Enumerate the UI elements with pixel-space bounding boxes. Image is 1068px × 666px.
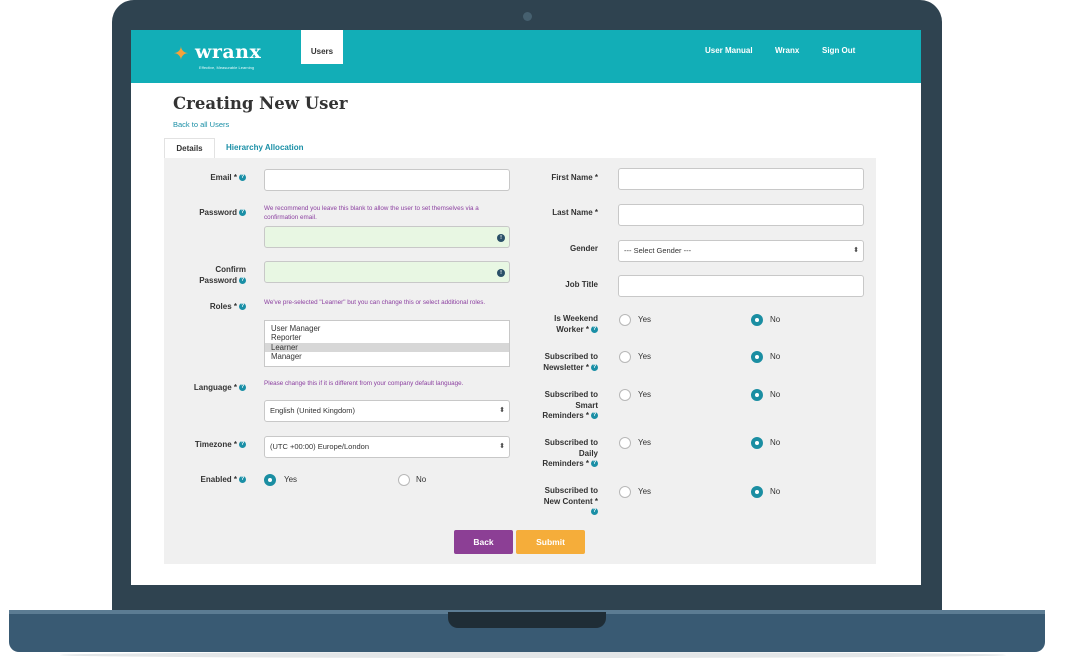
nav-link-user-manual[interactable]: User Manual: [705, 46, 753, 55]
page-title: Creating New User: [173, 94, 348, 113]
top-bar: ✦ wranx Effective, Measurable Learning U…: [131, 30, 921, 83]
new-content-yes-label: Yes: [638, 487, 652, 496]
help-icon[interactable]: ?: [591, 363, 598, 371]
smart-reminders-label: Subscribed to Smart Reminders *?: [542, 390, 598, 420]
select-arrow-icon: ⬍: [499, 407, 505, 414]
role-option-learner[interactable]: Learner: [265, 342, 509, 352]
smart-reminders-yes-radio[interactable]: [619, 389, 631, 401]
password-hint: We recommend you leave this blank to all…: [264, 205, 479, 221]
gender-label: Gender: [569, 244, 598, 253]
enabled-no-radio[interactable]: [398, 474, 410, 486]
timezone-label: Timezone *?: [194, 440, 246, 449]
tab-bar: Details Hierarchy Allocation: [164, 138, 876, 158]
language-select[interactable]: English (United Kingdom) ⬍: [264, 400, 510, 422]
password-field[interactable]: !: [264, 226, 510, 248]
role-option-user-manager[interactable]: User Manager: [265, 324, 509, 333]
daily-reminders-yes-label: Yes: [638, 438, 652, 447]
first-name-label: First Name *: [551, 173, 598, 182]
select-arrow-icon: ⬍: [853, 247, 859, 254]
language-hint: Please change this if it is different fr…: [264, 380, 464, 387]
enabled-label: Enabled *?: [200, 475, 246, 484]
new-content-label: Subscribed to New Content *?: [543, 486, 598, 516]
daily-reminders-yes-radio[interactable]: [619, 437, 631, 449]
daily-reminders-label: Subscribed to Daily Reminders *?: [542, 438, 598, 468]
new-content-no-radio[interactable]: [751, 486, 763, 498]
language-label: Language *?: [193, 383, 246, 392]
job-title-label: Job Title: [565, 280, 598, 289]
roles-label: Roles *?: [209, 302, 246, 311]
help-icon[interactable]: ?: [591, 460, 598, 468]
role-option-manager[interactable]: Manager: [265, 352, 509, 361]
weekend-worker-yes-radio[interactable]: [619, 314, 631, 326]
camera-icon: [523, 12, 532, 21]
new-content-no-label: No: [770, 487, 781, 496]
newsletter-no-radio[interactable]: [751, 351, 763, 363]
help-icon[interactable]: ?: [591, 325, 598, 333]
newsletter-label: Subscribed to Newsletter *?: [543, 352, 598, 372]
new-content-yes-radio[interactable]: [619, 486, 631, 498]
password-reveal-icon[interactable]: !: [497, 269, 505, 277]
email-field[interactable]: [264, 169, 510, 191]
last-name-field[interactable]: [618, 204, 864, 226]
help-icon[interactable]: ?: [239, 276, 246, 284]
enabled-yes-label: Yes: [284, 475, 298, 484]
screen: ✦ wranx Effective, Measurable Learning U…: [131, 30, 921, 585]
weekend-worker-no-radio[interactable]: [751, 314, 763, 326]
timezone-select[interactable]: (UTC +00:00) Europe/London ⬍: [264, 436, 510, 458]
daily-reminders-no-label: No: [770, 438, 781, 447]
enabled-yes-radio[interactable]: [264, 474, 276, 486]
nav-tab-users[interactable]: Users: [301, 30, 343, 64]
laptop-shadow: [60, 652, 1006, 658]
nav-link-sign-out[interactable]: Sign Out: [822, 46, 855, 55]
help-icon[interactable]: ?: [239, 476, 246, 484]
help-icon[interactable]: ?: [239, 303, 246, 311]
confirm-password-field[interactable]: !: [264, 261, 510, 283]
weekend-worker-no-label: No: [770, 315, 781, 324]
first-name-field[interactable]: [618, 168, 864, 190]
gender-select[interactable]: --- Select Gender --- ⬍: [618, 240, 864, 262]
help-icon[interactable]: ?: [239, 384, 246, 392]
role-option-reporter[interactable]: Reporter: [265, 333, 509, 342]
newsletter-yes-radio[interactable]: [619, 351, 631, 363]
email-label: Email *?: [210, 173, 246, 182]
weekend-worker-yes-label: Yes: [638, 315, 652, 324]
select-arrow-icon: ⬍: [499, 443, 505, 450]
laptop-notch: [448, 612, 606, 628]
help-icon[interactable]: ?: [239, 174, 246, 182]
logo[interactable]: ✦ wranx Effective, Measurable Learning: [173, 40, 283, 74]
submit-button[interactable]: Submit: [516, 530, 585, 554]
back-button[interactable]: Back: [454, 530, 513, 554]
password-label: Password?: [199, 208, 246, 217]
roles-listbox[interactable]: User Manager Reporter Learner Manager: [264, 320, 510, 367]
confirm-password-label: Confirm Password?: [199, 265, 246, 285]
password-reveal-icon[interactable]: !: [497, 234, 505, 242]
nav-link-wranx[interactable]: Wranx: [775, 46, 799, 55]
smart-reminders-no-label: No: [770, 390, 781, 399]
newsletter-yes-label: Yes: [638, 352, 652, 361]
help-icon[interactable]: ?: [591, 508, 598, 516]
last-name-label: Last Name *: [552, 208, 598, 217]
enabled-no-label: No: [416, 475, 427, 484]
back-to-users-link[interactable]: Back to all Users: [173, 120, 229, 129]
roles-hint: We've pre-selected "Learner" but you can…: [264, 299, 486, 306]
logo-star-icon: ✦: [173, 44, 189, 65]
logo-text: wranx: [195, 41, 262, 63]
tab-hierarchy-allocation[interactable]: Hierarchy Allocation: [226, 138, 304, 157]
tab-details[interactable]: Details: [164, 138, 215, 158]
logo-tagline: Effective, Measurable Learning: [199, 65, 255, 70]
smart-reminders-yes-label: Yes: [638, 390, 652, 399]
job-title-field[interactable]: [618, 275, 864, 297]
weekend-worker-label: Is Weekend Worker *?: [554, 314, 598, 334]
help-icon[interactable]: ?: [239, 441, 246, 449]
help-icon[interactable]: ?: [239, 209, 246, 217]
help-icon[interactable]: ?: [591, 412, 598, 420]
daily-reminders-no-radio[interactable]: [751, 437, 763, 449]
smart-reminders-no-radio[interactable]: [751, 389, 763, 401]
newsletter-no-label: No: [770, 352, 781, 361]
